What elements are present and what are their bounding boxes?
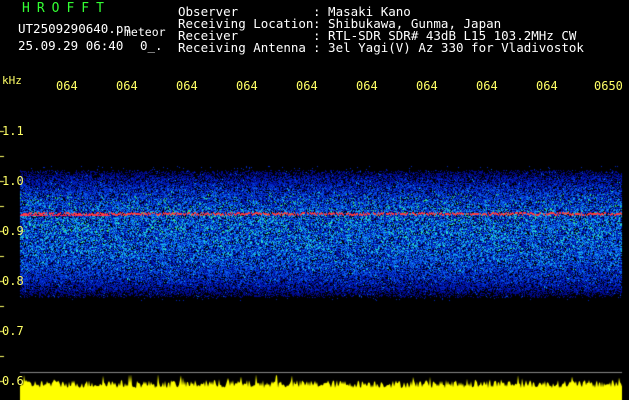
y-tick-label: 1.0 <box>2 174 24 188</box>
file-name: UT2509290640.pn <box>18 21 131 36</box>
counter: 0_. <box>140 38 163 53</box>
y-tick-label: 0.9 <box>2 224 24 238</box>
spectrogram-canvas <box>0 0 629 400</box>
x-tick-label: 064 <box>536 79 558 93</box>
mode-label: meteor <box>124 25 166 39</box>
x-tick-label: 064 <box>236 79 258 93</box>
antenna-value: : 3el Yagi(V) Az 330 for Vladivostok <box>313 40 584 55</box>
y-axis-unit: kHz <box>2 74 22 87</box>
datetime: 25.09.29 06:40 <box>18 38 124 53</box>
x-tick-label: 064 <box>416 79 438 93</box>
app-title: HROFFT <box>22 1 111 16</box>
x-tick-label: 064 <box>116 79 138 93</box>
x-tick-label: 064 <box>356 79 378 93</box>
x-tick-label: 064 <box>56 79 78 93</box>
y-tick-label: 0.7 <box>2 324 24 338</box>
x-tick-label: 0650 <box>594 79 623 93</box>
x-tick-label: 064 <box>176 79 198 93</box>
x-tick-label: 064 <box>476 79 498 93</box>
y-tick-label: 0.8 <box>2 274 24 288</box>
y-tick-label: 1.1 <box>2 124 24 138</box>
antenna-label: Receiving Antenna <box>178 40 306 55</box>
y-tick-label: 0.6 <box>2 374 24 388</box>
x-tick-label: 064 <box>296 79 318 93</box>
